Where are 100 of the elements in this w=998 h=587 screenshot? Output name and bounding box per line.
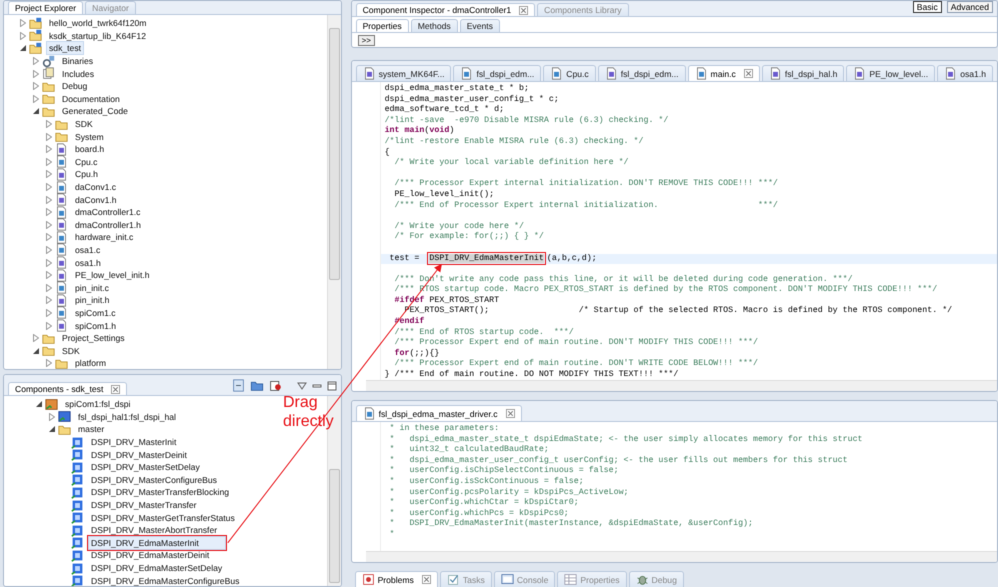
expand-arrow-icon[interactable]: [46, 284, 52, 292]
expand-arrow-icon[interactable]: [32, 94, 38, 103]
close-icon[interactable]: [111, 384, 120, 394]
expand-button[interactable]: >>: [358, 35, 375, 46]
tree-item[interactable]: Includes: [59, 66, 98, 81]
expand-arrow-icon[interactable]: [46, 296, 52, 304]
tab[interactable]: PE_low_level...: [846, 65, 936, 81]
tree-item[interactable]: Binaries: [59, 54, 96, 68]
tree-item[interactable]: Cpu.c: [72, 154, 100, 169]
tree-item[interactable]: dmaController1.c: [72, 205, 144, 220]
tree-item[interactable]: spiCom1.h: [72, 318, 120, 333]
collapse-arrow-icon[interactable]: [32, 108, 38, 114]
tree-item[interactable]: hardware_init.c: [72, 230, 136, 244]
tree-item[interactable]: dmaController1.h: [72, 218, 144, 232]
collapse-arrow-icon[interactable]: [32, 348, 38, 354]
tab[interactable]: Cpu.c: [543, 65, 596, 81]
collapse-arrow-icon[interactable]: [36, 401, 42, 408]
tree-item[interactable]: DSPI_DRV_MasterDeinit: [88, 448, 190, 462]
tree-item[interactable]: DSPI_DRV_MasterSetDelay: [88, 460, 203, 474]
tree-item[interactable]: DSPI_DRV_MasterConfigureBus: [88, 472, 220, 487]
expand-arrow-icon[interactable]: [46, 170, 52, 178]
tree-item[interactable]: spiCom1.c: [72, 306, 119, 320]
expand-arrow-icon[interactable]: [46, 308, 52, 317]
tree-item[interactable]: hello_world_twrk64f120m: [46, 16, 150, 30]
expand-arrow-icon[interactable]: [20, 19, 26, 28]
tree-item[interactable]: Generated_Code: [59, 104, 131, 118]
collapse-arrow-icon[interactable]: [48, 426, 54, 432]
tree-item[interactable]: Project_Settings: [59, 331, 128, 346]
expand-arrow-icon[interactable]: [46, 158, 52, 166]
close-icon[interactable]: [744, 69, 753, 78]
tree-item[interactable]: DSPI_DRV_EdmaMasterDeinit: [88, 548, 212, 562]
mode-button[interactable]: Advanced: [946, 1, 993, 13]
expand-arrow-icon[interactable]: [32, 57, 38, 66]
tab[interactable]: Methods: [410, 19, 458, 32]
tree-item[interactable]: PE_low_level_init.h: [72, 268, 153, 282]
horizontal-scrollbar[interactable]: [366, 380, 997, 391]
folder-icon[interactable]: [250, 379, 264, 392]
close-icon[interactable]: [506, 409, 514, 418]
expand-arrow-icon[interactable]: [32, 70, 38, 78]
tree-item[interactable]: System: [72, 130, 107, 144]
tree-item[interactable]: osa1.c: [72, 242, 104, 257]
tree-item[interactable]: pin_init.c: [72, 280, 112, 295]
expand-arrow-icon[interactable]: [46, 196, 52, 204]
tab[interactable]: Component Inspector - dmaController1: [356, 3, 536, 16]
tab[interactable]: Events: [460, 19, 500, 32]
tab[interactable]: Project Explorer: [8, 1, 84, 14]
close-icon[interactable]: [519, 6, 528, 14]
expand-arrow-icon[interactable]: [46, 271, 52, 280]
expand-arrow-icon[interactable]: [46, 132, 52, 141]
horizontal-scrollbar[interactable]: [366, 551, 997, 562]
tree-item[interactable]: DSPI_DRV_MasterInit: [88, 435, 180, 450]
tree-item[interactable]: daConv1.c: [72, 180, 120, 194]
tree-item[interactable]: ksdk_startup_lib_K64F12: [46, 28, 149, 43]
tree-item[interactable]: osa1.h: [72, 256, 104, 270]
tree-item[interactable]: platform: [72, 356, 110, 369]
tree-item[interactable]: pin_init.h: [72, 293, 112, 308]
expand-arrow-icon[interactable]: [32, 82, 38, 90]
tree-item[interactable]: DSPI_DRV_MasterTransferBlocking: [88, 485, 232, 500]
collapse-arrow-icon[interactable]: [20, 45, 26, 52]
tab[interactable]: fsl_dspi_edm...: [598, 65, 686, 81]
expand-arrow-icon[interactable]: [46, 183, 52, 192]
expand-arrow-icon[interactable]: [46, 322, 52, 330]
tree-item[interactable]: spiCom1:fsl_dspi: [62, 397, 134, 412]
expand-arrow-icon[interactable]: [46, 120, 52, 128]
tab[interactable]: system_MK64F...: [356, 65, 452, 81]
tree-item[interactable]: DSPI_DRV_MasterTransfer: [88, 498, 200, 512]
expand-arrow-icon[interactable]: [46, 233, 52, 242]
tree-item[interactable]: SDK: [72, 117, 96, 132]
tree-item[interactable]: DSPI_DRV_EdmaMasterSetDelay: [88, 561, 226, 576]
tree-item[interactable]: DSPI_DRV_EdmaMasterInit: [88, 536, 226, 550]
tab[interactable]: Problems: [354, 571, 438, 587]
tree-item[interactable]: Documentation: [59, 92, 123, 106]
maximize-icon[interactable]: [326, 380, 337, 390]
tree-item[interactable]: Debug: [59, 79, 90, 94]
tab[interactable]: Components - sdk_test: [8, 382, 128, 395]
tree-item[interactable]: sdk_test: [46, 41, 84, 56]
expand-arrow-icon[interactable]: [20, 32, 26, 40]
expand-arrow-icon[interactable]: [48, 412, 54, 421]
tree-item[interactable]: SDK: [59, 344, 83, 358]
tree-item[interactable]: DSPI_DRV_EdmaMasterConfigureBus: [88, 574, 242, 586]
tree-item[interactable]: daConv1.h: [72, 192, 120, 207]
collapse-all-icon[interactable]: [232, 379, 245, 392]
tree-item[interactable]: DSPI_DRV_MasterGetTransferStatus: [88, 510, 238, 525]
close-icon[interactable]: [422, 575, 431, 584]
scrollbar[interactable]: [326, 15, 341, 369]
export-icon[interactable]: [268, 379, 282, 392]
expand-arrow-icon[interactable]: [46, 145, 52, 154]
tab[interactable]: fsl_dspi_edm...: [453, 65, 542, 81]
tab[interactable]: Properties: [356, 19, 409, 32]
tree-item[interactable]: Cpu.h: [72, 167, 101, 182]
expand-arrow-icon[interactable]: [46, 246, 52, 254]
expand-arrow-icon[interactable]: [46, 208, 52, 216]
expand-arrow-icon[interactable]: [46, 220, 52, 229]
mode-button[interactable]: Basic: [912, 1, 942, 13]
tab[interactable]: fsl_dspi_edma_master_driver.c: [356, 405, 522, 421]
tree-item[interactable]: board.h: [72, 142, 108, 156]
expand-arrow-icon[interactable]: [46, 359, 52, 368]
tree-item[interactable]: master: [75, 422, 108, 436]
tree-item[interactable]: DSPI_DRV_MasterAbortTransfer: [88, 523, 220, 538]
view-menu-icon[interactable]: [296, 382, 307, 390]
